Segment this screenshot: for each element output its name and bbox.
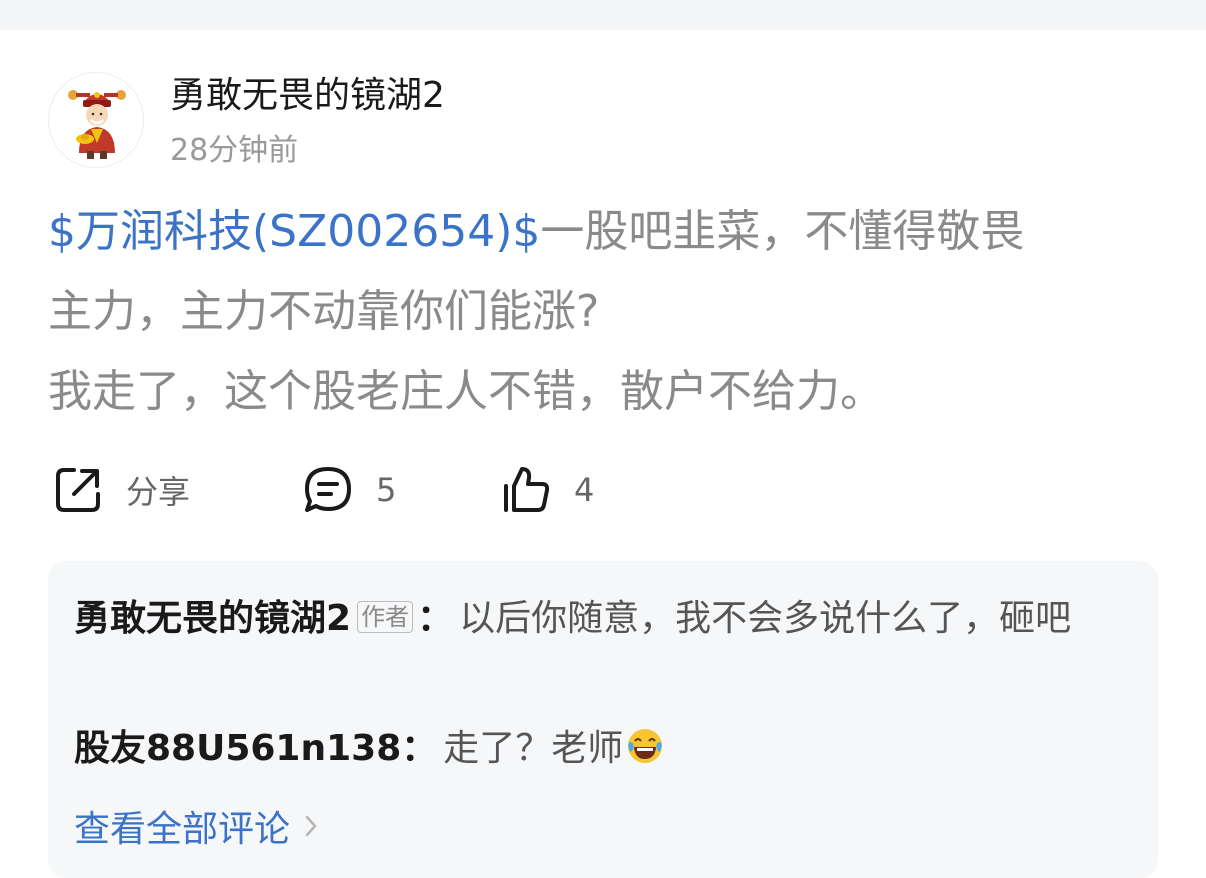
chevron-right-icon <box>305 815 317 837</box>
comment-colon: ： <box>401 728 438 769</box>
like-button[interactable]: 4 <box>500 460 594 520</box>
post-body-line-2: 主力，主力不动靠你们能涨? <box>48 286 600 337</box>
comment-author[interactable]: 勇敢无畏的镜湖2 <box>74 598 351 639</box>
avatar-image <box>49 73 143 167</box>
comment-text: 走了？老师 <box>443 728 624 769</box>
post-action-bar: 分享 5 4 <box>48 460 1168 520</box>
stock-tag-link[interactable]: $万润科技(SZ002654)$ <box>48 206 540 257</box>
post-author-name[interactable]: 勇敢无畏的镜湖2 <box>170 74 445 118</box>
view-all-label: 查看全部评论 <box>74 809 291 850</box>
share-button[interactable]: 分享 <box>52 460 190 520</box>
post-content: $万润科技(SZ002654)$一股吧韭菜，不懂得敬畏 主力，主力不动靠你们能涨… <box>48 192 1168 432</box>
post-body-line-1: $万润科技(SZ002654)$一股吧韭菜，不懂得敬畏 <box>48 192 1168 272</box>
laughing-tears-emoji-icon <box>628 729 663 763</box>
share-icon <box>56 468 100 512</box>
comment-item[interactable]: 勇敢无畏的镜湖2 作者：以后你随意，我不会多说什么了，砸吧 <box>74 589 1124 649</box>
comment-text: 以后你随意，我不会多说什么了，砸吧 <box>459 598 1072 639</box>
comment-icon <box>305 467 351 512</box>
like-count: 4 <box>574 471 595 509</box>
post-timestamp: 28分钟前 <box>170 133 299 168</box>
comment-item[interactable]: 股友88U561n138： 走了？老师 <box>74 719 1124 779</box>
view-all-comments-link[interactable]: 查看全部评论 <box>74 801 318 851</box>
comment-colon: ： <box>417 598 454 639</box>
post-body-line-3: 我走了，这个股老庄人不错，散户不给力。 <box>48 366 884 417</box>
share-label: 分享 <box>126 473 191 511</box>
comments-preview: 勇敢无畏的镜湖2 作者：以后你随意，我不会多说什么了，砸吧 股友88U561n13… <box>48 561 1158 878</box>
author-badge: 作者 <box>357 601 414 633</box>
comment-author[interactable]: 股友88U561n138 <box>74 728 401 769</box>
avatar[interactable] <box>48 72 144 168</box>
thumbs-up-icon <box>504 467 550 512</box>
comment-count: 5 <box>376 471 397 509</box>
top-separator <box>0 0 1206 30</box>
comment-button[interactable]: 5 <box>302 460 396 520</box>
post-text-segment: 一股吧韭菜，不懂得敬畏 <box>540 206 1025 257</box>
